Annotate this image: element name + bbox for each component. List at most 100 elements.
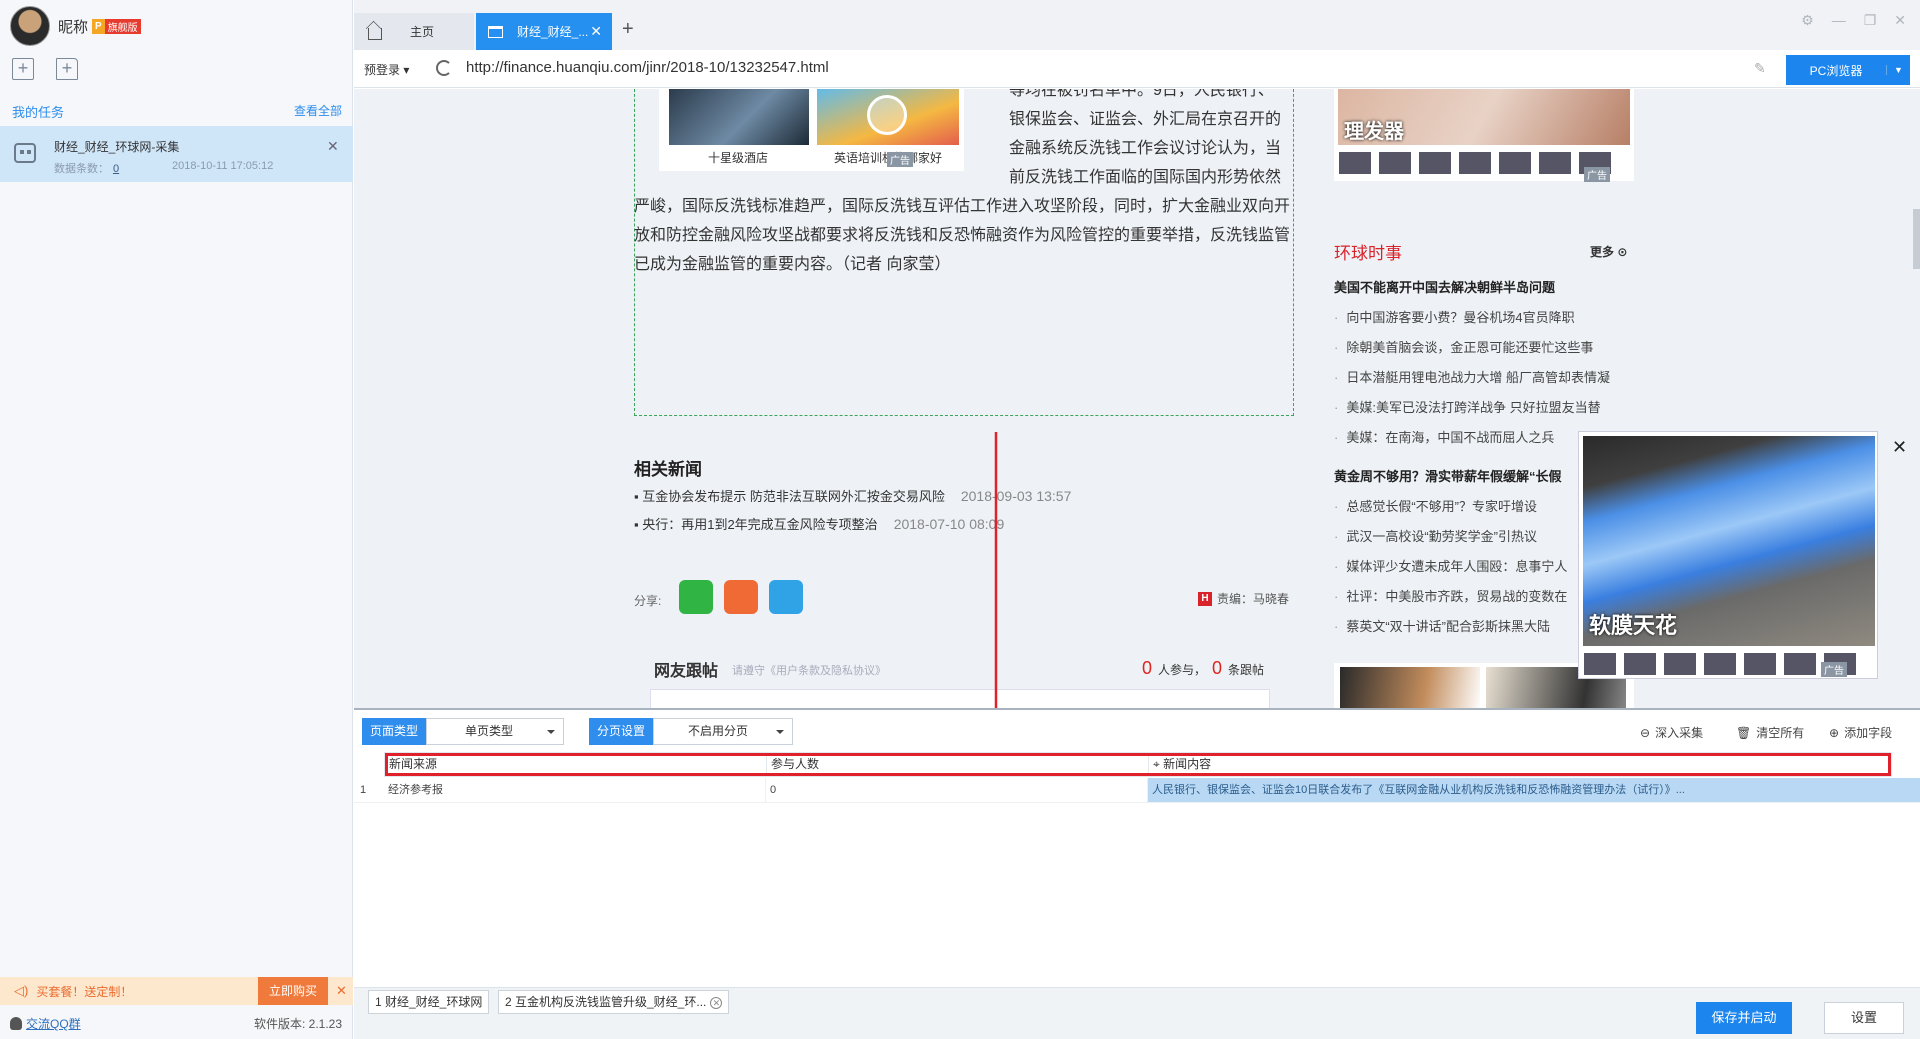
page-type-group: 页面类型 单页类型: [362, 718, 565, 745]
share-label: 分享:: [634, 594, 662, 608]
settings-button[interactable]: 设置: [1824, 1002, 1904, 1034]
news-item[interactable]: 日本潜艇用锂电池战力大增 船厂高管却表情凝: [1334, 367, 1610, 386]
news-item[interactable]: 蔡英文“双十讲话”配合彭斯抹黑大陆: [1334, 616, 1550, 635]
url-input[interactable]: http://finance.huanqiu.com/jinr/2018-10/…: [466, 59, 829, 76]
ad-thumb[interactable]: [1743, 652, 1777, 676]
field-header-active[interactable]: ⌖ 新闻内容: [1149, 753, 1891, 776]
news-item[interactable]: 武汉一高校设“勤劳奖学金”引热议: [1334, 526, 1537, 545]
restore-icon[interactable]: ❐: [1864, 12, 1877, 29]
tasks-header: 我的任务 查看全部: [12, 102, 342, 121]
bottom-bar: 1 财经_财经_环球网 2 互金机构反洗钱监管升级_财经_环... ✕ 保存并启动…: [354, 987, 1920, 1039]
promo-close-icon[interactable]: ✕: [336, 983, 347, 999]
deep-collect-label: 深入采集: [1655, 726, 1704, 740]
task-count-link[interactable]: 0: [113, 163, 119, 175]
comment-posts-label: 条跟帖: [1228, 663, 1265, 677]
ad-image[interactable]: [1340, 667, 1480, 708]
ad-thumb[interactable]: [1498, 151, 1532, 175]
tab-close-icon[interactable]: ✕: [590, 23, 602, 40]
comment-stats: 0 人参与， 0 条跟帖: [1136, 658, 1264, 679]
tab-active-page[interactable]: 财经_财经_... ✕: [476, 13, 612, 50]
task-close-icon[interactable]: ✕: [327, 138, 339, 155]
table-cell-selected[interactable]: 人民银行、银保监会、证监会10日联合发布了《互联网金融从业机构反洗钱和反恐怖融资…: [1148, 778, 1920, 802]
pre-login-label: 预登录: [364, 63, 401, 77]
home-icon: [368, 27, 382, 40]
ad-thumb[interactable]: [1623, 652, 1657, 676]
task-time: 2018-10-11 17:05:12: [172, 160, 274, 172]
related-item-title[interactable]: ▪ 央行：再用1到2年完成互金风险专项整治: [634, 517, 878, 532]
ad-thumb[interactable]: [1418, 151, 1452, 175]
related-news-title: 相关新闻: [634, 460, 702, 479]
settings-gear-icon[interactable]: ⚙: [1801, 12, 1814, 29]
nickname[interactable]: 昵称: [58, 16, 88, 37]
news-headline[interactable]: 美国不能离开中国去解决朝鲜半岛问题: [1334, 277, 1555, 296]
news-item[interactable]: 向中国游客要小费？曼谷机场4官员降职: [1334, 307, 1574, 326]
field-header[interactable]: 参与人数: [767, 753, 1149, 776]
clear-all-button[interactable]: 🗑 清空所有: [1736, 724, 1804, 741]
save-and-start-button[interactable]: 保存并启动: [1696, 1002, 1792, 1034]
comment-input[interactable]: [650, 689, 1270, 708]
my-tasks-title: 我的任务: [12, 105, 65, 120]
wechat-icon[interactable]: [679, 580, 713, 614]
minimize-icon[interactable]: —: [1832, 12, 1846, 29]
weibo-icon[interactable]: [724, 580, 758, 614]
news-item[interactable]: 社评：中美股市齐跌，贸易战的变数在: [1334, 586, 1567, 605]
page-scrollbar[interactable]: [1913, 209, 1920, 269]
avatar[interactable]: [10, 6, 50, 46]
page-type-select[interactable]: 单页类型: [426, 718, 565, 745]
floating-ad[interactable]: 软膜天花 广告: [1578, 431, 1878, 679]
news-item[interactable]: 美媒：在南海，中国不战而屈人之兵: [1334, 427, 1554, 446]
tab-home[interactable]: 主页: [354, 13, 474, 50]
field-header[interactable]: 新闻来源: [385, 753, 767, 776]
section-more-link[interactable]: 更多 ⊙: [1590, 243, 1627, 260]
deep-collect-button[interactable]: ⊖ 深入采集: [1640, 724, 1703, 741]
new-task-icon[interactable]: +: [12, 58, 34, 80]
config-panel: 页面类型 单页类型 分页设置 不启用分页 ⊖ 深入采集 🗑 清空所有 ⊕ 添加字段 新…: [354, 708, 1920, 987]
related-item[interactable]: ▪ 央行：再用1到2年完成互金风险专项整治 2018-07-10 08:09: [634, 514, 1004, 533]
ad-thumb[interactable]: [1378, 151, 1412, 175]
news-item[interactable]: 总感觉长假“不够用”？专家吁增设: [1334, 496, 1537, 515]
table-cell[interactable]: 0: [766, 778, 1148, 802]
refresh-icon[interactable]: [436, 60, 452, 76]
ad-thumb[interactable]: [1583, 652, 1617, 676]
qq-group-link[interactable]: 交流QQ群: [10, 1015, 81, 1032]
related-item-title[interactable]: ▪ 互金协会发布提示 防范非法互联网外汇按金交易风险: [634, 489, 945, 504]
comment-hint[interactable]: 请遵守《用户条款及隐私协议》: [732, 662, 886, 678]
close-circle-icon[interactable]: ✕: [710, 997, 723, 1009]
ad-right-top[interactable]: 理发器 广告: [1334, 89, 1634, 182]
ad-thumbnails[interactable]: [1338, 151, 1612, 175]
web-page-view[interactable]: 十星级酒店 英语培训机构哪家好 广告 等均在被罚名单中。9日，人民银行、 银保监…: [354, 89, 1920, 708]
bottom-tab-2[interactable]: 2 互金机构反洗钱监管升级_财经_环... ✕: [498, 990, 730, 1014]
ad-thumb[interactable]: [1703, 652, 1737, 676]
ad-tag: 广告: [1584, 167, 1610, 182]
link-icon: ⊖: [1640, 725, 1651, 740]
pc-browser-button[interactable]: PC浏览器 ▼: [1786, 55, 1910, 85]
news-item[interactable]: 媒体评少女遭未成年人围殴：息事宁人: [1334, 556, 1567, 575]
ad-thumb[interactable]: [1663, 652, 1697, 676]
related-item[interactable]: ▪ 互金协会发布提示 防范非法互联网外汇按金交易风险 2018-09-03 13:…: [634, 486, 1071, 505]
chevron-down-icon[interactable]: ▼: [1886, 65, 1910, 75]
task-item[interactable]: 财经_财经_环球网-采集 数据条数： 0 2018-10-11 17:05:12 …: [0, 126, 353, 182]
vip-badge: P 旗舰版: [92, 18, 141, 34]
ad-thumbnails[interactable]: [1583, 652, 1857, 676]
new-tab-icon[interactable]: +: [622, 18, 634, 41]
ad-thumb[interactable]: [1783, 652, 1817, 676]
edit-pencil-icon[interactable]: ✎: [1754, 60, 1766, 77]
news-headline[interactable]: 黄金周不够用？滑实带薪年假缓解“长假: [1334, 466, 1562, 485]
new-folder-icon[interactable]: +: [56, 58, 78, 80]
float-ad-close-icon[interactable]: ✕: [1892, 437, 1907, 458]
paging-select[interactable]: 不启用分页: [653, 718, 794, 745]
ad-thumb[interactable]: [1338, 151, 1372, 175]
qq-share-icon[interactable]: [769, 580, 803, 614]
buy-now-button[interactable]: 立即购买: [258, 977, 328, 1005]
bottom-tab-1[interactable]: 1 财经_财经_环球网: [368, 990, 490, 1014]
news-item[interactable]: 除朝美首脑会谈，金正恩可能还要忙这些事: [1334, 337, 1593, 356]
table-cell[interactable]: 经济参考报: [384, 778, 766, 802]
news-item[interactable]: 美媒:美军已没法打跨洋战争 只好拉盟友当替: [1334, 397, 1600, 416]
close-window-icon[interactable]: ✕: [1894, 12, 1906, 29]
view-all-link[interactable]: 查看全部: [294, 102, 342, 121]
ad-thumb[interactable]: [1538, 151, 1572, 175]
add-field-button[interactable]: ⊕ 添加字段: [1829, 724, 1892, 741]
pre-login-dropdown[interactable]: 预登录 ▾: [364, 61, 409, 78]
ad-thumb[interactable]: [1458, 151, 1492, 175]
version-text: 软件版本: 2.1.23: [254, 1017, 343, 1031]
